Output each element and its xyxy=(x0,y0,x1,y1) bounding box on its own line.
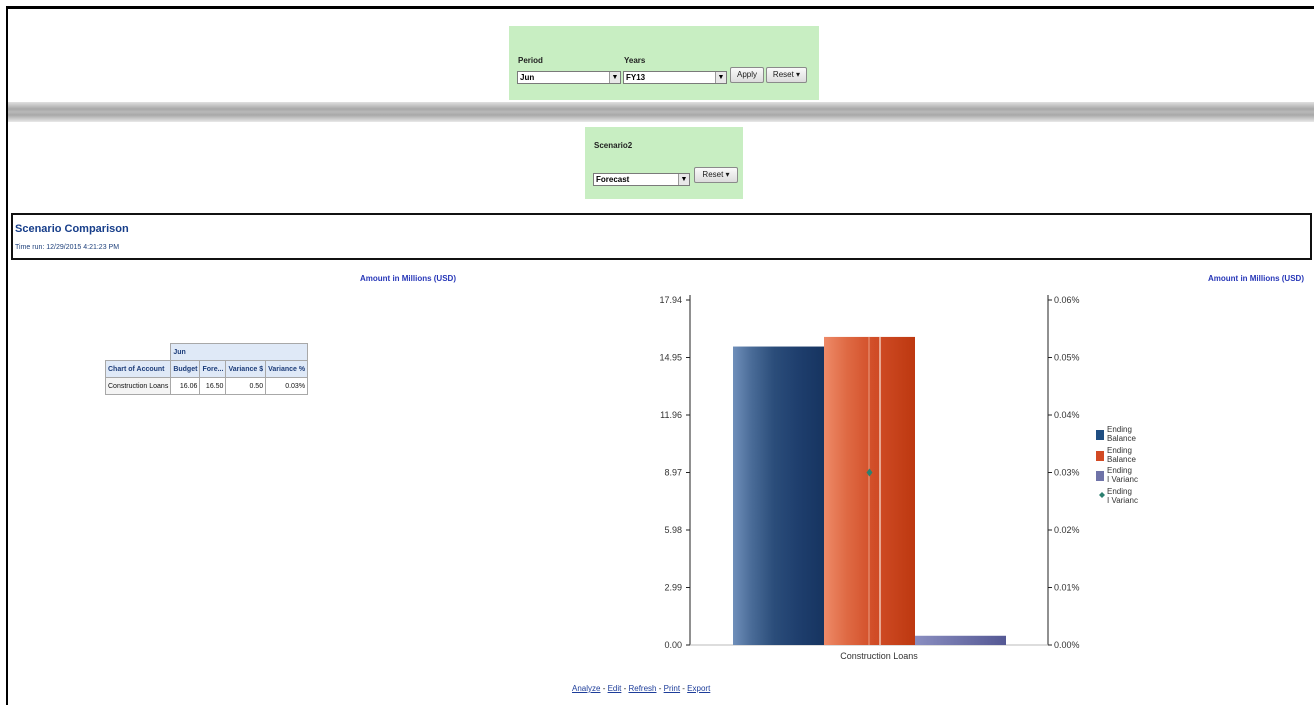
x-tick-label: Construction Loans xyxy=(840,651,918,661)
dashboard-page: Period Jun ▼ Years FY13 ▼ Apply Reset ▾ … xyxy=(0,0,1314,705)
column-header-budget[interactable]: Budget xyxy=(170,360,201,378)
y2-tick-label: 0.01% xyxy=(1054,583,1080,593)
y2-tick-label: 0.02% xyxy=(1054,525,1080,535)
period-value: Jun xyxy=(520,73,535,82)
time-run-text: Time run: 12/29/2015 4:21:23 PM xyxy=(15,244,120,251)
chevron-down-icon[interactable]: ▼ xyxy=(609,72,620,83)
y2-tick-label: 0.06% xyxy=(1054,295,1080,305)
edit-link[interactable]: Edit xyxy=(608,684,622,693)
column-header-variance-amount[interactable]: Variance $ xyxy=(225,360,267,378)
column-header-variance-pct[interactable]: Variance % xyxy=(265,360,309,378)
scenario-reset-button[interactable]: Reset ▾ xyxy=(694,167,738,183)
series-marker-point xyxy=(866,468,873,477)
y-tick-label: 2.99 xyxy=(664,583,682,593)
legend-label: Ending xyxy=(1107,446,1132,455)
top-border xyxy=(6,6,1314,9)
report-title-panel: Scenario Comparison Time run: 12/29/2015… xyxy=(11,213,1312,260)
bar-3 xyxy=(915,635,1006,645)
apply-button[interactable]: Apply xyxy=(730,67,764,83)
y-tick-label: 0.00 xyxy=(664,640,682,650)
y-tick-label: 8.97 xyxy=(664,468,682,478)
chevron-down-icon[interactable]: ▼ xyxy=(678,174,689,185)
cell-budget: 16.06 xyxy=(170,377,201,395)
report-title: Scenario Comparison xyxy=(15,223,129,235)
legend-label: Balance xyxy=(1107,455,1136,464)
pivot-table: Jun Chart of Account Budget Fore... Vari… xyxy=(104,343,309,395)
cell-variance-amount: 0.50 xyxy=(225,377,267,395)
legend-swatch xyxy=(1096,451,1104,461)
amount-label-right: Amount in Millions (USD) xyxy=(1208,274,1304,283)
period-label: Period xyxy=(518,56,543,65)
legend-label: I Variance xyxy=(1107,475,1143,484)
y-tick-label: 11.96 xyxy=(660,410,682,420)
y-tick-label: 17.94 xyxy=(659,295,682,305)
scenario-label: Scenario2 xyxy=(594,141,633,150)
cell-forecast: 16.50 xyxy=(199,377,227,395)
scenario-value: Forecast xyxy=(596,175,630,184)
row-header-chart-of-account: Chart of Account xyxy=(104,360,172,378)
scenario-prompt-panel: Scenario2 Forecast ▼ Reset ▾ xyxy=(585,127,743,199)
period-prompt-panel: Period Jun ▼ Years FY13 ▼ Apply Reset ▾ xyxy=(509,26,819,100)
table-corner xyxy=(105,343,172,361)
legend-swatch xyxy=(1099,492,1105,498)
row-label: Construction Loans xyxy=(104,377,172,395)
y-tick-label: 5.98 xyxy=(664,525,682,535)
legend-swatch xyxy=(1096,430,1104,440)
bar-2 xyxy=(824,336,915,645)
amount-label-left: Amount in Millions (USD) xyxy=(360,274,456,283)
legend-label: Balance xyxy=(1107,434,1136,443)
period-column-header: Jun xyxy=(170,343,309,361)
refresh-link[interactable]: Refresh xyxy=(628,684,656,693)
y2-tick-label: 0.00% xyxy=(1054,640,1080,650)
years-label: Years xyxy=(624,56,646,65)
scenario-select[interactable]: Forecast ▼ xyxy=(593,173,690,186)
legend-label: Ending xyxy=(1107,466,1132,475)
y2-tick-label: 0.03% xyxy=(1054,468,1080,478)
print-link[interactable]: Print xyxy=(664,684,680,693)
years-value: FY13 xyxy=(626,73,646,82)
export-link[interactable]: Export xyxy=(687,684,710,693)
analyze-link[interactable]: Analyze xyxy=(572,684,600,693)
legend-swatch xyxy=(1096,471,1104,481)
section-separator xyxy=(8,102,1314,122)
column-header-forecast[interactable]: Fore... xyxy=(199,360,227,378)
link-separator: - xyxy=(656,684,664,693)
legend-label: Ending xyxy=(1107,425,1132,434)
y2-tick-label: 0.04% xyxy=(1054,410,1080,420)
chevron-down-icon[interactable]: ▼ xyxy=(715,72,726,83)
y2-tick-label: 0.05% xyxy=(1054,353,1080,363)
link-separator: - xyxy=(600,684,608,693)
reset-button[interactable]: Reset ▾ xyxy=(766,67,807,83)
period-select[interactable]: Jun ▼ xyxy=(517,71,621,84)
legend-label: I Variance xyxy=(1107,496,1143,505)
years-select[interactable]: FY13 ▼ xyxy=(623,71,727,84)
bar-1 xyxy=(733,346,824,645)
table-row: Construction Loans 16.06 16.50 0.50 0.03… xyxy=(104,377,309,395)
legend-label: Ending xyxy=(1107,487,1132,496)
cell-variance-pct: 0.03% xyxy=(265,377,309,395)
report-links: Analyze - Edit - Refresh - Print - Expor… xyxy=(572,684,710,693)
y-tick-label: 14.95 xyxy=(659,353,682,363)
